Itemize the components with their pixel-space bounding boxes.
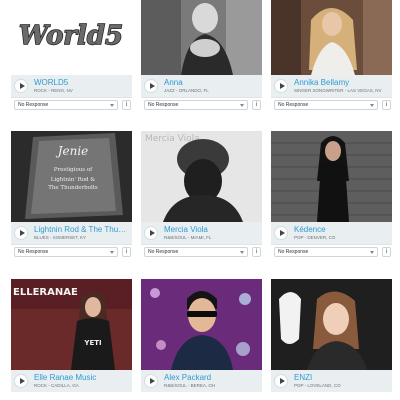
photo-woman-blonde [271,0,392,75]
artist-card[interactable]: Annika Bellamy SINGER SONGWRITER - LAS V… [271,0,392,112]
award-script-text: Jenie [55,144,89,158]
artist-name[interactable]: Lightnin Rod & The Thu… [34,225,130,234]
play-button[interactable] [14,226,28,240]
artist-card[interactable]: ELLERANAE YETI Elle Ranae Music ROCK - C… [11,279,132,392]
artist-card[interactable]: World5 World5 WORLD5 ROCK - RENO, NV No … [11,0,132,112]
play-button[interactable] [274,374,288,388]
artist-genre-location: ROCK - CADILLA, GA [34,383,79,388]
response-select[interactable]: No Response [274,247,378,257]
info-button[interactable]: i [252,100,261,110]
response-select-value: No Response [18,249,49,255]
response-select-value: No Response [278,102,309,108]
award-line-text: Lightnin' Rod & [51,177,96,183]
photo-award: Jenie Prestigious of Lightnin' Rod & The… [11,131,132,222]
chevron-down-icon [240,104,244,107]
response-select[interactable]: No Response [144,100,248,110]
artist-card[interactable]: Kédence POP - DENVER, CO No Response i [271,131,392,259]
play-button[interactable] [144,374,158,388]
artist-genre-location: ROCK - RENO, NV [34,88,73,93]
response-select-value: No Response [278,249,309,255]
artist-name[interactable]: Anna [164,78,260,87]
photo-sunglasses [141,279,262,370]
chevron-down-icon [370,251,374,254]
chevron-down-icon [110,251,114,254]
photo-brick-wall [271,131,392,222]
artist-name[interactable]: Kédence [294,225,390,234]
world5-logo-text-inner: World5 [19,21,123,51]
artist-name[interactable]: WORLD5 [34,78,130,87]
artist-thumbnail[interactable] [271,279,392,370]
artist-genre-location: POP - DENVER, CO [294,235,336,240]
response-select-value: No Response [18,102,49,108]
photo-caption-text: ELLERANAE [13,287,78,298]
response-select[interactable]: No Response [274,100,378,110]
response-select[interactable]: No Response [144,247,248,257]
artist-thumbnail[interactable] [271,0,392,75]
play-button[interactable] [274,226,288,240]
photo-beanie: Mercia Viola [141,131,262,222]
artist-card[interactable]: Anna JAZZ - ORLANDO, FL No Response i [141,0,262,112]
artist-thumbnail[interactable] [141,279,262,370]
artist-thumbnail[interactable]: World5 World5 [11,0,132,75]
artist-name[interactable]: Alex Packard [164,373,260,382]
photo-elleranae: ELLERANAE YETI [11,279,132,370]
artist-card[interactable]: Alex Packard R&B/SOUL - BEREA, OH [141,279,262,392]
artist-thumbnail[interactable] [271,131,392,222]
artist-thumbnail[interactable]: ELLERANAE YETI [11,279,132,370]
play-button[interactable] [14,374,28,388]
artist-name[interactable]: Elle Ranae Music [34,373,130,382]
artist-genre-location: R&B/SOUL - BEREA, OH [164,383,216,388]
chevron-down-icon [110,104,114,107]
info-button[interactable]: i [122,247,131,257]
artist-genre-location: JAZZ - ORLANDO, FL [164,88,209,93]
info-button[interactable]: i [382,100,391,110]
response-select-value: No Response [148,102,179,108]
info-button[interactable]: i [252,247,261,257]
artist-name[interactable]: Annika Bellamy [294,78,390,87]
play-button[interactable] [144,79,158,93]
world5-logo-image: World5 World5 [11,0,132,75]
artist-thumbnail[interactable]: Mercia Viola [141,131,262,222]
play-button[interactable] [144,226,158,240]
chevron-down-icon [370,104,374,107]
artist-genre-location: SINGER SONGWRITER - LAS VEGAS, NV [294,88,382,93]
artist-name[interactable]: Mercia Viola [164,225,260,234]
response-select-value: No Response [148,249,179,255]
play-button[interactable] [14,79,28,93]
chevron-down-icon [240,251,244,254]
photo-bw-woman [141,0,262,75]
artist-card[interactable]: Jenie Prestigious of Lightnin' Rod & The… [11,131,132,259]
artist-genre-location: BLUES - SOMERSET, KY [34,235,87,240]
shirt-text: YETI [83,339,101,347]
artist-name[interactable]: ENZI [294,373,390,382]
info-button[interactable]: i [122,100,131,110]
award-line-text: The Thunderbolts [48,185,98,191]
award-line-text: Prestigious of [54,167,93,173]
artist-grid: World5 World5 WORLD5 ROCK - RENO, NV No … [0,0,400,400]
response-select[interactable]: No Response [14,100,118,110]
artist-card[interactable]: ENZI POP - LOVELAND, CO [271,279,392,392]
artist-genre-location: R&B/SOUL - MIAMI, FL [164,235,212,240]
artist-card[interactable]: Mercia Viola Mercia Viola R&B/SOUL - MIA… [141,131,262,259]
response-select[interactable]: No Response [14,247,118,257]
artist-genre-location: POP - LOVELAND, CO [294,383,341,388]
photo-guitar [271,279,392,370]
artist-thumbnail[interactable] [141,0,262,75]
artist-thumbnail[interactable]: Jenie Prestigious of Lightnin' Rod & The… [11,131,132,222]
play-button[interactable] [274,79,288,93]
info-button[interactable]: i [382,247,391,257]
